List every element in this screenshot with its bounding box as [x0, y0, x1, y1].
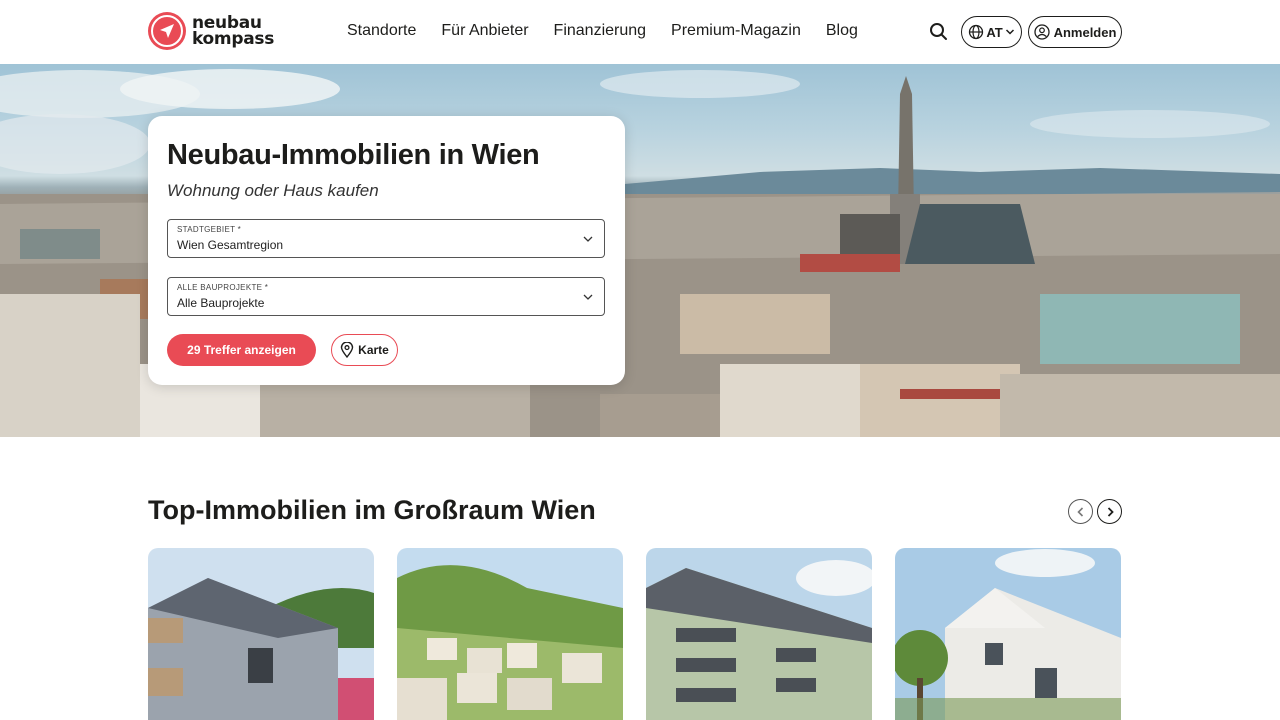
logo-icon — [148, 12, 186, 50]
property-card[interactable] — [646, 548, 872, 720]
logo[interactable]: neubau kompass — [148, 12, 274, 50]
map-button[interactable]: Karte — [331, 334, 398, 366]
property-image — [397, 548, 623, 720]
region-select-label: STADTGEBIET * — [177, 225, 242, 234]
chevron-down-icon — [1005, 29, 1014, 35]
nav-blog[interactable]: Blog — [826, 22, 858, 40]
carousel-prev-button[interactable] — [1068, 499, 1093, 524]
login-button[interactable]: Anmelden — [1028, 16, 1122, 48]
show-results-button[interactable]: 29 Treffer anzeigen — [167, 334, 316, 366]
region-select[interactable]: STADTGEBIET * Wien Gesamtregion — [167, 219, 605, 258]
chevron-right-icon — [1107, 506, 1114, 517]
region-select-value: Wien Gesamtregion — [177, 238, 284, 252]
globe-icon — [969, 24, 984, 40]
nav-standorte[interactable]: Standorte — [347, 22, 416, 40]
chevron-down-icon — [583, 294, 593, 300]
project-select-value: Alle Bauprojekte — [177, 296, 265, 310]
site-header: neubau kompass Standorte Für Anbieter Fi… — [0, 0, 1280, 64]
map-button-label: Karte — [358, 343, 389, 357]
project-select-label: ALLE BAUPROJEKTE * — [177, 283, 269, 292]
logo-line-2: kompass — [192, 29, 275, 49]
property-card[interactable] — [397, 548, 623, 720]
carousel-next-button[interactable] — [1097, 499, 1122, 524]
property-card[interactable] — [895, 548, 1121, 720]
nav-premium-magazin[interactable]: Premium-Magazin — [671, 22, 801, 40]
map-pin-icon — [340, 342, 354, 358]
search-card: Neubau-Immobilien in Wien Wohnung oder H… — [148, 116, 625, 385]
property-image — [148, 548, 374, 720]
section-title: Top-Immobilien im Großraum Wien — [148, 495, 596, 525]
project-select[interactable]: ALLE BAUPROJEKTE * Alle Bauprojekte — [167, 277, 605, 316]
nav-finanzierung[interactable]: Finanzierung — [554, 22, 647, 40]
hero-image: Neubau-Immobilien in Wien Wohnung oder H… — [0, 64, 1280, 437]
chevron-left-icon — [1076, 506, 1083, 517]
logo-text: neubau kompass — [192, 15, 275, 49]
property-card[interactable] — [148, 548, 374, 720]
nav-fuer-anbieter[interactable]: Für Anbieter — [441, 22, 528, 40]
chevron-down-icon — [583, 236, 593, 242]
login-label: Anmelden — [1053, 24, 1117, 40]
main-nav: Standorte Für Anbieter Finanzierung Prem… — [347, 22, 858, 40]
language-selector[interactable]: AT — [961, 16, 1022, 48]
property-image — [646, 548, 872, 720]
language-label: AT — [986, 24, 1003, 40]
user-icon — [1033, 24, 1050, 40]
page-title: Neubau-Immobilien in Wien — [167, 139, 540, 171]
search-button[interactable] — [929, 22, 949, 42]
page-subtitle: Wohnung oder Haus kaufen — [167, 181, 379, 200]
property-image — [895, 548, 1121, 720]
search-icon — [930, 23, 947, 40]
